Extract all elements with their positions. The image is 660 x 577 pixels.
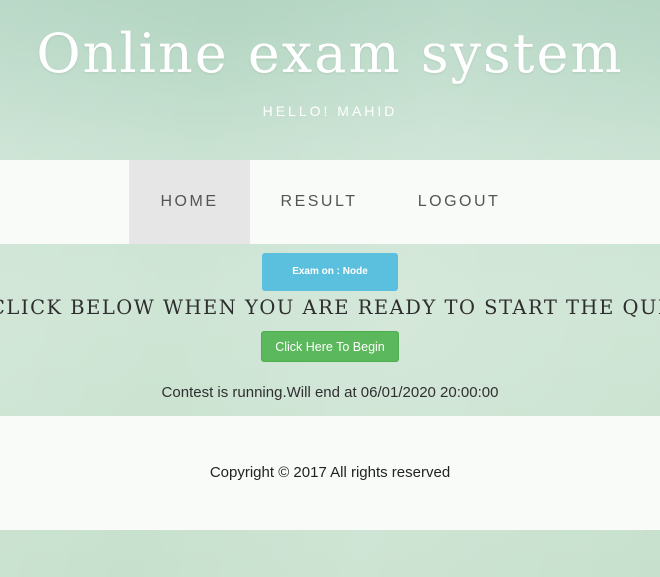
- site-footer: Copyright © 2017 All rights reserved: [0, 416, 660, 530]
- user-greeting: HELLO! MAHID: [262, 103, 398, 119]
- copyright-text: Copyright © 2017 All rights reserved: [209, 464, 451, 481]
- navbar: HOME RESULT LOGOUT: [0, 160, 660, 244]
- nav-logout-link[interactable]: LOGOUT: [396, 160, 522, 244]
- site-title: Online exam system: [36, 22, 624, 85]
- nav-result-link[interactable]: RESULT: [254, 160, 384, 244]
- site-header: Online exam system HELLO! MAHID: [0, 0, 660, 160]
- nav-home-link[interactable]: HOME: [129, 160, 250, 244]
- exam-subject-badge: Exam on : Node: [262, 253, 398, 291]
- contest-status-text: Contest is running.Will end at 06/01/202…: [161, 384, 499, 401]
- begin-quiz-button[interactable]: Click Here To Begin: [261, 331, 399, 362]
- ready-instruction: CLICK BELOW WHEN YOU ARE READY TO START …: [0, 296, 660, 319]
